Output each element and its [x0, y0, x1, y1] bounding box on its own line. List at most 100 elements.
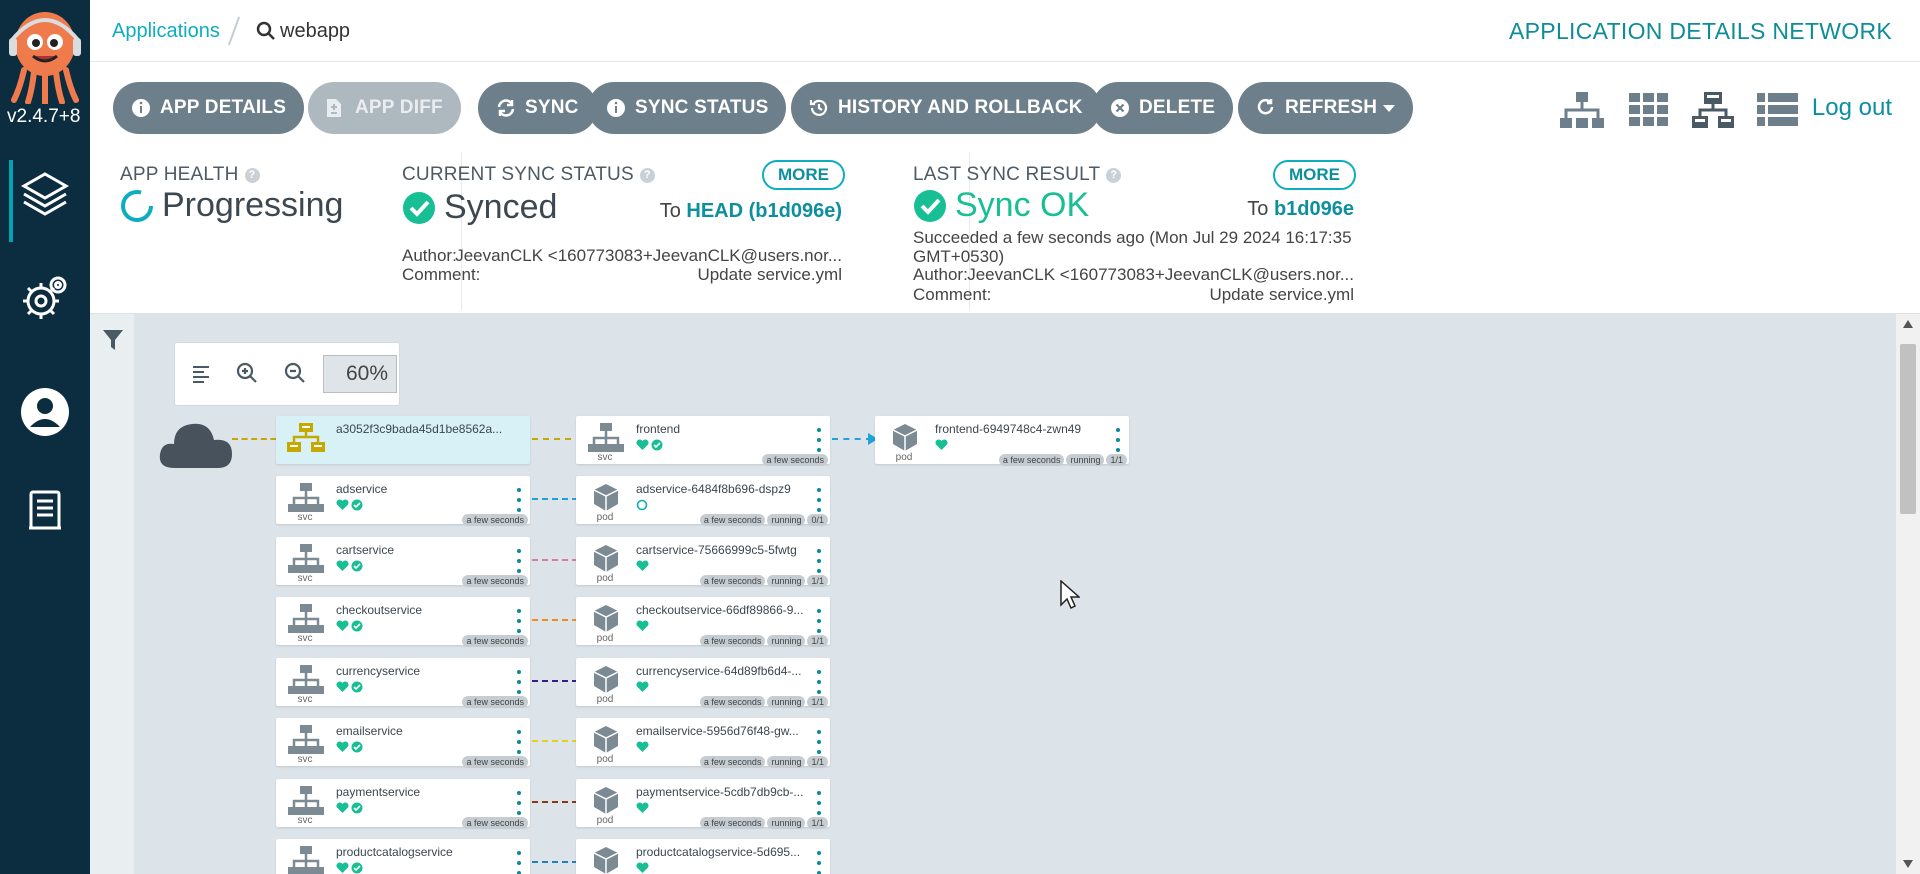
app-diff-button[interactable]: APP DIFF [308, 82, 461, 134]
settings-icon[interactable] [18, 270, 72, 324]
logout-link[interactable]: Log out [1812, 94, 1892, 122]
node-menu-icon[interactable] [816, 609, 822, 633]
node-kind: svc [297, 814, 313, 826]
node-menu-icon[interactable] [816, 428, 822, 452]
last-sync-more-button[interactable]: MORE [1273, 160, 1356, 190]
scroll-down-icon[interactable] [1903, 860, 1913, 868]
app-health-value: Progressing [120, 186, 343, 225]
node-menu-icon[interactable] [816, 790, 822, 815]
pod-node[interactable]: podproductcatalogservice-5d695...a few s… [576, 839, 830, 874]
service-node[interactable]: svc adservice a few seconds [276, 476, 530, 526]
top-header: Applications webapp APPLICATION DETAILS … [90, 0, 1920, 62]
node-menu-icon[interactable] [816, 669, 822, 694]
tree-view-icon[interactable] [1559, 90, 1605, 130]
zoom-in-icon[interactable] [235, 361, 259, 385]
grid-view-icon[interactable] [1625, 90, 1671, 130]
sync-button[interactable]: SYNC [478, 82, 597, 134]
node-kind: pod [596, 754, 614, 765]
history-rollback-label: HISTORY AND ROLLBACK [838, 97, 1083, 118]
sync-more-button[interactable]: MORE [762, 160, 845, 190]
resource-graph[interactable]: 60% a3052f3c9bada45d1be8562a... svc fron… [90, 314, 1920, 874]
pod-node[interactable]: pod paymentservice-5cdb7db9cb-... a few se… [576, 778, 830, 829]
service-node[interactable]: svcproductcatalogservicea few seconds [276, 839, 530, 874]
applications-icon[interactable] [18, 166, 72, 220]
filter-icon[interactable] [102, 328, 124, 352]
frontend-service-node[interactable]: svc frontend a few seconds [576, 416, 830, 466]
last-revision-link[interactable]: b1d096e [1274, 198, 1354, 220]
list-view-icon[interactable] [1754, 90, 1800, 130]
pod-cube-icon [593, 786, 619, 814]
service-node[interactable]: svc cartservice a few seconds [276, 536, 530, 587]
service-node[interactable]: svc emailservice a few seconds [276, 718, 530, 768]
healthy-heart-icon [636, 559, 649, 571]
loadbalancer-node[interactable]: a3052f3c9bada45d1be8562a... [276, 416, 530, 464]
scrollbar-thumb[interactable] [1900, 344, 1916, 514]
ready-tag: 1/1 [1106, 454, 1127, 466]
service-icon [288, 604, 324, 633]
edge [532, 800, 578, 803]
sidebar: v2.4.7+8 [0, 0, 90, 874]
node-kind: svc [297, 512, 313, 523]
node-menu-icon[interactable] [516, 669, 522, 694]
service-node[interactable]: svc paymentservice a few seconds [276, 778, 530, 829]
sync-label: SYNC [525, 97, 579, 118]
info-icon [606, 98, 626, 118]
node-tags: a few seconds [462, 635, 528, 647]
node-menu-icon[interactable] [516, 851, 522, 874]
healthy-heart-icon [336, 499, 349, 510]
sync-comment-label: Comment: [402, 265, 481, 284]
service-node[interactable]: svc checkoutservice a few seconds [276, 597, 530, 647]
pod-node[interactable]: pod cartservice-75666999c5-5fwtg a few sec… [576, 536, 830, 587]
node-name: a3052f3c9bada45d1be8562a... [336, 422, 503, 436]
documentation-icon[interactable] [18, 484, 72, 538]
service-node[interactable]: svc currencyservice a few seconds [276, 657, 530, 708]
sync-revision-link[interactable]: HEAD (b1d096e) [686, 200, 842, 222]
breadcrumb-applications[interactable]: Applications [112, 20, 220, 43]
last-sync-label: LAST SYNC RESULT [913, 164, 1101, 185]
search-icon[interactable] [256, 21, 276, 41]
synced-check-icon [351, 620, 363, 632]
history-rollback-button[interactable]: HISTORY AND ROLLBACK [791, 82, 1101, 134]
pod-node[interactable]: pod emailservice-5956d76f48-gw... a few se… [576, 718, 830, 768]
node-menu-icon[interactable] [516, 730, 522, 754]
node-tags: a few seconds [462, 514, 528, 526]
zoom-level[interactable]: 60% [323, 355, 397, 393]
frontend-pod-node[interactable]: pod frontend-6949748c4-zwn49 a few secon… [875, 416, 1129, 466]
network-view-icon[interactable] [1690, 90, 1736, 130]
node-menu-icon[interactable] [516, 790, 522, 815]
pod-node[interactable]: pod checkoutservice-66df89866-9... a few s… [576, 597, 830, 647]
node-kind: pod [596, 814, 614, 826]
node-kind: pod [596, 693, 614, 705]
scroll-up-icon[interactable] [1903, 320, 1913, 328]
node-menu-icon[interactable] [816, 548, 822, 573]
node-name: cartservice-75666999c5-5fwtg [636, 542, 797, 557]
synced-check-icon [651, 439, 663, 451]
app-details-button[interactable]: APP DETAILS [113, 82, 305, 134]
align-left-icon[interactable] [191, 363, 213, 385]
zoom-out-icon[interactable] [283, 361, 307, 385]
breadcrumb-current[interactable]: webapp [280, 20, 350, 43]
node-menu-icon[interactable] [516, 488, 522, 512]
graph-scrollbar[interactable] [1896, 314, 1920, 874]
node-menu-icon[interactable] [816, 730, 822, 754]
argo-logo[interactable] [6, 8, 84, 104]
sync-status-button[interactable]: SYNC STATUS [588, 82, 787, 134]
delete-button[interactable]: DELETE [1092, 82, 1234, 134]
age-tag: a few seconds [462, 574, 528, 587]
pod-node[interactable]: pod adservice-6484f8b696-dspz9 a few secon… [576, 476, 830, 526]
user-icon[interactable] [18, 385, 72, 439]
node-menu-icon[interactable] [516, 548, 522, 573]
nav-active-indicator [9, 160, 13, 242]
node-menu-icon[interactable] [516, 609, 522, 633]
node-menu-icon[interactable] [816, 851, 822, 874]
help-icon[interactable]: ? [244, 167, 260, 183]
state-tag: running [767, 574, 806, 587]
edge [532, 498, 578, 500]
node-menu-icon[interactable] [1115, 428, 1121, 452]
node-tags: a few seconds [762, 454, 828, 466]
help-icon[interactable]: ? [639, 167, 655, 183]
help-icon[interactable]: ? [1106, 167, 1122, 183]
refresh-button[interactable]: REFRESH [1238, 82, 1414, 134]
pod-node[interactable]: pod currencyservice-64d89fb6d4-... a few s… [576, 657, 830, 708]
node-menu-icon[interactable] [816, 488, 822, 512]
